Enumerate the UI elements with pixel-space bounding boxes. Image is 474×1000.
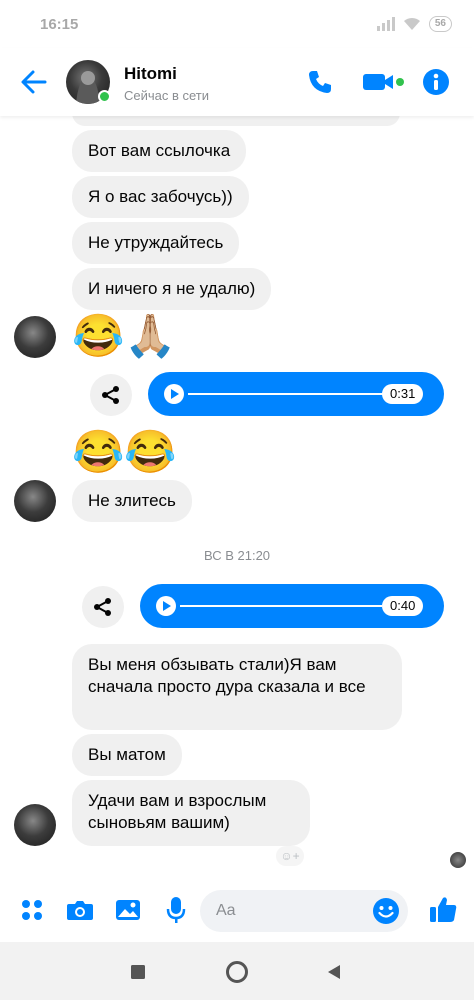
back-arrow-icon[interactable] <box>18 66 50 98</box>
sender-avatar[interactable] <box>14 316 56 358</box>
thumbs-up-icon <box>430 897 457 922</box>
audio-duration: 0:40 <box>382 596 424 616</box>
message-text: Вот вам ссылочка <box>88 141 231 160</box>
contact-name[interactable]: Hitomi <box>124 64 177 84</box>
apps-button[interactable] <box>18 896 46 924</box>
status-bar: 16:15 56 <box>0 0 474 48</box>
contact-status: Сейчас в сети <box>124 88 210 103</box>
status-icons: 56 <box>376 16 452 32</box>
message-bubble[interactable]: Вот вам ссылочка <box>72 130 247 172</box>
camera-icon <box>67 901 93 920</box>
thumbs-up-button[interactable] <box>428 894 458 924</box>
message-bubble[interactable]: И ничего я не удалю) <box>72 268 272 310</box>
emoji-button[interactable] <box>372 897 400 925</box>
share-icon <box>94 598 111 616</box>
home-button[interactable] <box>223 958 251 986</box>
audio-message[interactable]: 0:40 <box>140 584 444 628</box>
message-text: Вы меня обзывать стали)Я вам сначала про… <box>88 655 366 696</box>
microphone-button[interactable] <box>162 896 190 924</box>
sender-avatar[interactable] <box>14 480 56 522</box>
message-bubble[interactable]: Вы матом <box>72 734 182 776</box>
info-icon <box>423 69 449 95</box>
back-nav-button[interactable] <box>320 958 348 986</box>
message-text: Я о вас забочусь)) <box>88 187 233 206</box>
message-bubble[interactable]: Не злитесь <box>72 480 192 522</box>
conversation-header: Hitomi Сейчас в сети <box>0 48 474 116</box>
message-text: И ничего я не удалю) <box>88 279 256 298</box>
triangle-icon <box>328 965 340 979</box>
video-call-button[interactable] <box>360 66 408 98</box>
share-icon <box>102 386 119 404</box>
message-composer <box>0 880 474 942</box>
status-time: 16:15 <box>40 16 79 33</box>
audio-progress-track[interactable] <box>180 605 382 607</box>
phone-icon <box>309 71 331 93</box>
share-button[interactable] <box>82 586 124 628</box>
microphone-icon <box>166 897 186 923</box>
add-reaction-button[interactable]: ☺+ <box>276 846 304 866</box>
emoji-icon <box>373 898 399 924</box>
camera-button[interactable] <box>66 896 94 924</box>
message-text: Вы матом <box>88 745 166 764</box>
message-text: Не злитесь <box>88 491 176 510</box>
sender-avatar[interactable] <box>14 804 56 846</box>
emoji-message[interactable]: 😂😂 <box>72 428 177 476</box>
message-text: Удачи вам и взрослым сыновьям вашим) <box>88 791 267 832</box>
audio-progress-track[interactable] <box>188 393 394 395</box>
gallery-icon <box>116 900 140 920</box>
gallery-button[interactable] <box>114 896 142 924</box>
conversation-timestamp: ВС В 21:20 <box>203 548 271 563</box>
message-bubble[interactable]: Вы меня обзывать стали)Я вам сначала про… <box>72 644 402 730</box>
play-icon[interactable] <box>164 384 184 404</box>
info-button[interactable] <box>420 66 452 98</box>
wifi-icon <box>403 17 420 30</box>
signal-icon <box>376 17 395 31</box>
share-button[interactable] <box>90 374 132 416</box>
play-icon[interactable] <box>156 596 176 616</box>
seen-indicator-avatar <box>450 852 466 868</box>
recents-button[interactable] <box>124 958 152 986</box>
call-button[interactable] <box>304 66 336 98</box>
square-icon <box>131 965 145 979</box>
message-bubble[interactable]: Не утруждайтесь <box>72 222 240 264</box>
audio-duration: 0:31 <box>382 384 424 404</box>
circle-icon <box>226 961 248 983</box>
message-bubble[interactable]: Удачи вам и взрослым сыновьям вашим) <box>72 780 310 846</box>
battery-indicator: 56 <box>428 16 452 32</box>
message-text: Не утруждайтесь <box>88 233 224 252</box>
emoji-message[interactable]: 😂🙏🏼 <box>72 312 177 360</box>
video-camera-icon <box>363 74 404 90</box>
system-navigation-bar <box>0 942 474 1000</box>
message-bubble[interactable]: Я о вас забочусь)) <box>72 176 249 218</box>
audio-message[interactable]: 0:31 <box>148 372 444 416</box>
online-indicator <box>98 90 111 103</box>
apps-icon <box>22 900 42 920</box>
